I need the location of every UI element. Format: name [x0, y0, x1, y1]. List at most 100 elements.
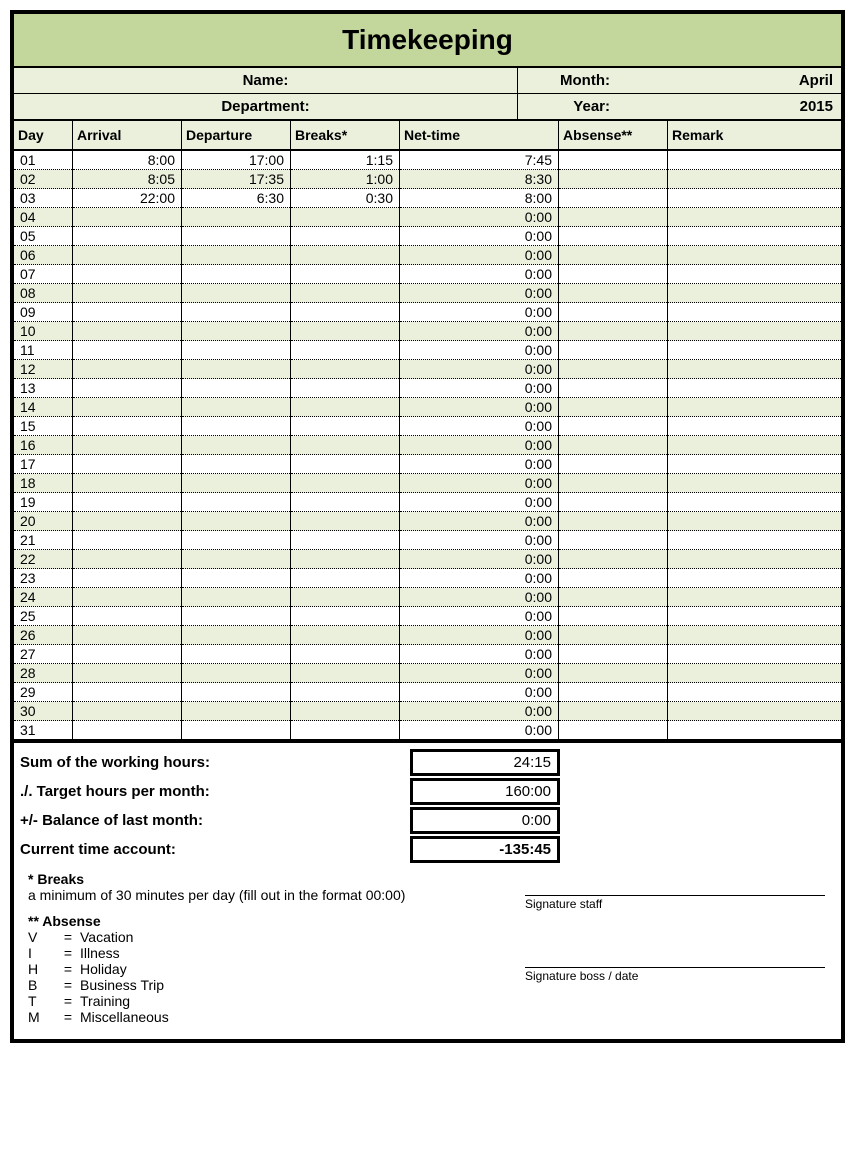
- cell-absense[interactable]: [559, 303, 668, 322]
- cell-absense[interactable]: [559, 379, 668, 398]
- cell-departure[interactable]: [182, 303, 291, 322]
- cell-breaks[interactable]: [291, 379, 400, 398]
- cell-remark[interactable]: [668, 170, 842, 189]
- cell-arrival[interactable]: [73, 341, 182, 360]
- cell-day[interactable]: 01: [14, 150, 73, 170]
- cell-arrival[interactable]: [73, 265, 182, 284]
- cell-nettime[interactable]: 0:00: [400, 474, 559, 493]
- cell-breaks[interactable]: [291, 360, 400, 379]
- cell-remark[interactable]: [668, 265, 842, 284]
- cell-remark[interactable]: [668, 626, 842, 645]
- cell-departure[interactable]: [182, 341, 291, 360]
- cell-absense[interactable]: [559, 455, 668, 474]
- cell-remark[interactable]: [668, 531, 842, 550]
- cell-absense[interactable]: [559, 246, 668, 265]
- cell-departure[interactable]: [182, 607, 291, 626]
- cell-nettime[interactable]: 0:00: [400, 436, 559, 455]
- cell-breaks[interactable]: [291, 569, 400, 588]
- cell-absense[interactable]: [559, 227, 668, 246]
- cell-absense[interactable]: [559, 702, 668, 721]
- cell-arrival[interactable]: [73, 607, 182, 626]
- cell-departure[interactable]: [182, 398, 291, 417]
- cell-day[interactable]: 09: [14, 303, 73, 322]
- cell-remark[interactable]: [668, 645, 842, 664]
- cell-breaks[interactable]: [291, 265, 400, 284]
- cell-remark[interactable]: [668, 493, 842, 512]
- cell-day[interactable]: 26: [14, 626, 73, 645]
- cell-nettime[interactable]: 0:00: [400, 588, 559, 607]
- cell-day[interactable]: 05: [14, 227, 73, 246]
- cell-remark[interactable]: [668, 550, 842, 569]
- cell-day[interactable]: 21: [14, 531, 73, 550]
- cell-remark[interactable]: [668, 208, 842, 227]
- cell-arrival[interactable]: [73, 645, 182, 664]
- cell-nettime[interactable]: 0:00: [400, 360, 559, 379]
- cell-absense[interactable]: [559, 531, 668, 550]
- cell-arrival[interactable]: [73, 322, 182, 341]
- cell-breaks[interactable]: [291, 455, 400, 474]
- cell-arrival[interactable]: [73, 227, 182, 246]
- cell-nettime[interactable]: 0:00: [400, 493, 559, 512]
- cell-breaks[interactable]: [291, 227, 400, 246]
- cell-remark[interactable]: [668, 588, 842, 607]
- cell-arrival[interactable]: [73, 626, 182, 645]
- cell-arrival[interactable]: 22:00: [73, 189, 182, 208]
- cell-nettime[interactable]: 0:00: [400, 512, 559, 531]
- cell-departure[interactable]: [182, 379, 291, 398]
- cell-breaks[interactable]: [291, 721, 400, 741]
- cell-absense[interactable]: [559, 721, 668, 741]
- cell-breaks[interactable]: [291, 683, 400, 702]
- cell-day[interactable]: 18: [14, 474, 73, 493]
- cell-breaks[interactable]: [291, 702, 400, 721]
- cell-arrival[interactable]: [73, 398, 182, 417]
- cell-departure[interactable]: [182, 474, 291, 493]
- cell-breaks[interactable]: [291, 664, 400, 683]
- cell-breaks[interactable]: [291, 607, 400, 626]
- cell-departure[interactable]: 17:00: [182, 150, 291, 170]
- cell-nettime[interactable]: 0:00: [400, 664, 559, 683]
- cell-nettime[interactable]: 0:00: [400, 607, 559, 626]
- cell-nettime[interactable]: 0:00: [400, 626, 559, 645]
- cell-breaks[interactable]: [291, 341, 400, 360]
- cell-breaks[interactable]: [291, 474, 400, 493]
- cell-departure[interactable]: [182, 683, 291, 702]
- cell-departure[interactable]: [182, 246, 291, 265]
- cell-absense[interactable]: [559, 569, 668, 588]
- cell-remark[interactable]: [668, 683, 842, 702]
- cell-absense[interactable]: [559, 360, 668, 379]
- cell-nettime[interactable]: 0:00: [400, 284, 559, 303]
- cell-absense[interactable]: [559, 436, 668, 455]
- cell-departure[interactable]: [182, 645, 291, 664]
- cell-nettime[interactable]: 0:00: [400, 683, 559, 702]
- cell-departure[interactable]: [182, 493, 291, 512]
- cell-breaks[interactable]: [291, 531, 400, 550]
- cell-remark[interactable]: [668, 150, 842, 170]
- cell-breaks[interactable]: [291, 284, 400, 303]
- cell-day[interactable]: 10: [14, 322, 73, 341]
- cell-absense[interactable]: [559, 493, 668, 512]
- cell-breaks[interactable]: 1:15: [291, 150, 400, 170]
- cell-absense[interactable]: [559, 284, 668, 303]
- cell-departure[interactable]: [182, 569, 291, 588]
- cell-nettime[interactable]: 7:45: [400, 150, 559, 170]
- cell-breaks[interactable]: [291, 322, 400, 341]
- cell-day[interactable]: 23: [14, 569, 73, 588]
- cell-departure[interactable]: [182, 512, 291, 531]
- cell-remark[interactable]: [668, 341, 842, 360]
- cell-absense[interactable]: [559, 664, 668, 683]
- cell-day[interactable]: 13: [14, 379, 73, 398]
- cell-departure[interactable]: 6:30: [182, 189, 291, 208]
- cell-absense[interactable]: [559, 512, 668, 531]
- cell-remark[interactable]: [668, 455, 842, 474]
- cell-absense[interactable]: [559, 417, 668, 436]
- cell-absense[interactable]: [559, 683, 668, 702]
- cell-nettime[interactable]: 0:00: [400, 227, 559, 246]
- cell-nettime[interactable]: 0:00: [400, 246, 559, 265]
- cell-breaks[interactable]: [291, 417, 400, 436]
- cell-remark[interactable]: [668, 721, 842, 741]
- cell-day[interactable]: 11: [14, 341, 73, 360]
- cell-breaks[interactable]: [291, 208, 400, 227]
- cell-day[interactable]: 29: [14, 683, 73, 702]
- cell-arrival[interactable]: [73, 664, 182, 683]
- cell-remark[interactable]: [668, 474, 842, 493]
